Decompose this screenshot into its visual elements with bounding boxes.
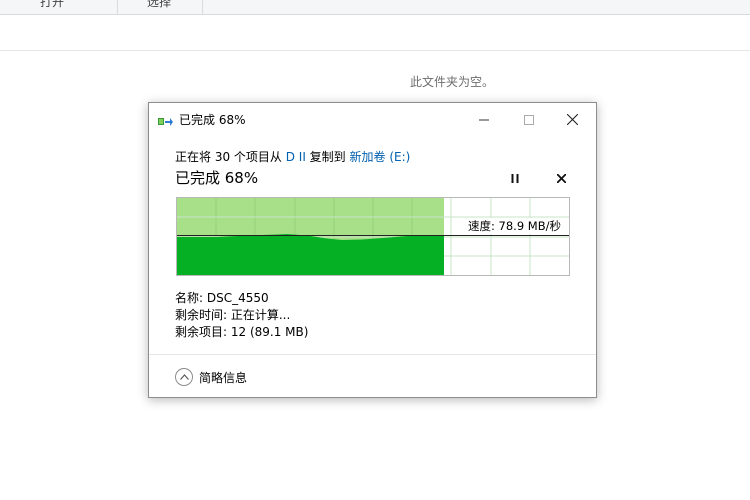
explorer-ribbon: 打开 选择: [0, 0, 750, 15]
copy-files-icon: [158, 113, 173, 126]
ribbon-separator: [117, 0, 118, 14]
pause-button[interactable]: [505, 169, 525, 189]
speed-graph-canvas: [177, 198, 569, 275]
dialog-titlebar[interactable]: 已完成 68%: [149, 103, 596, 135]
destination-drive-link[interactable]: 新加卷 (E:): [350, 150, 411, 164]
copy-prefix: 正在将 30 个项目从: [175, 150, 286, 164]
minimize-button[interactable]: [461, 103, 506, 135]
progress-heading: 已完成 68%: [175, 169, 259, 187]
transfer-speed-graph: 速度: 78.9 MB/秒: [176, 197, 570, 276]
close-button[interactable]: [550, 103, 595, 135]
chevron-up-icon: [175, 368, 193, 386]
cancel-icon: [555, 172, 567, 187]
fewer-details-label: 简略信息: [199, 370, 248, 385]
copy-progress-dialog: 已完成 68% 正在将 30 个项目从 D II 复制到 新加卷 (E:) 已完…: [148, 102, 597, 398]
fewer-details-toggle[interactable]: 简略信息: [175, 366, 247, 388]
empty-folder-message: 此文件夹为空。: [410, 75, 495, 89]
copy-description: 正在将 30 个项目从 D II 复制到 新加卷 (E:): [175, 148, 410, 165]
maximize-icon: [523, 110, 534, 129]
source-folder-link[interactable]: D II: [286, 150, 306, 164]
pause-icon: [511, 172, 519, 187]
close-icon: [566, 110, 579, 129]
ribbon-tab-select[interactable]: 选择: [141, 0, 177, 14]
time-remaining-line: 剩余时间: 正在计算...: [175, 308, 291, 322]
ribbon-separator: [202, 0, 203, 14]
items-remaining-line: 剩余项目: 12 (89.1 MB): [175, 325, 309, 339]
dialog-title: 已完成 68%: [179, 113, 246, 127]
file-name-line: 名称: DSC_4550: [175, 291, 269, 305]
copy-middle: 复制到: [305, 150, 350, 164]
cancel-button[interactable]: [551, 169, 571, 189]
dialog-divider: [149, 354, 596, 355]
speed-label: 速度: 78.9 MB/秒: [466, 218, 563, 234]
minimize-icon: [478, 110, 489, 129]
ribbon-tab-open[interactable]: 打开: [34, 0, 70, 14]
throughput-area: [177, 234, 444, 275]
address-band: [0, 15, 750, 51]
maximize-button[interactable]: [506, 103, 551, 135]
